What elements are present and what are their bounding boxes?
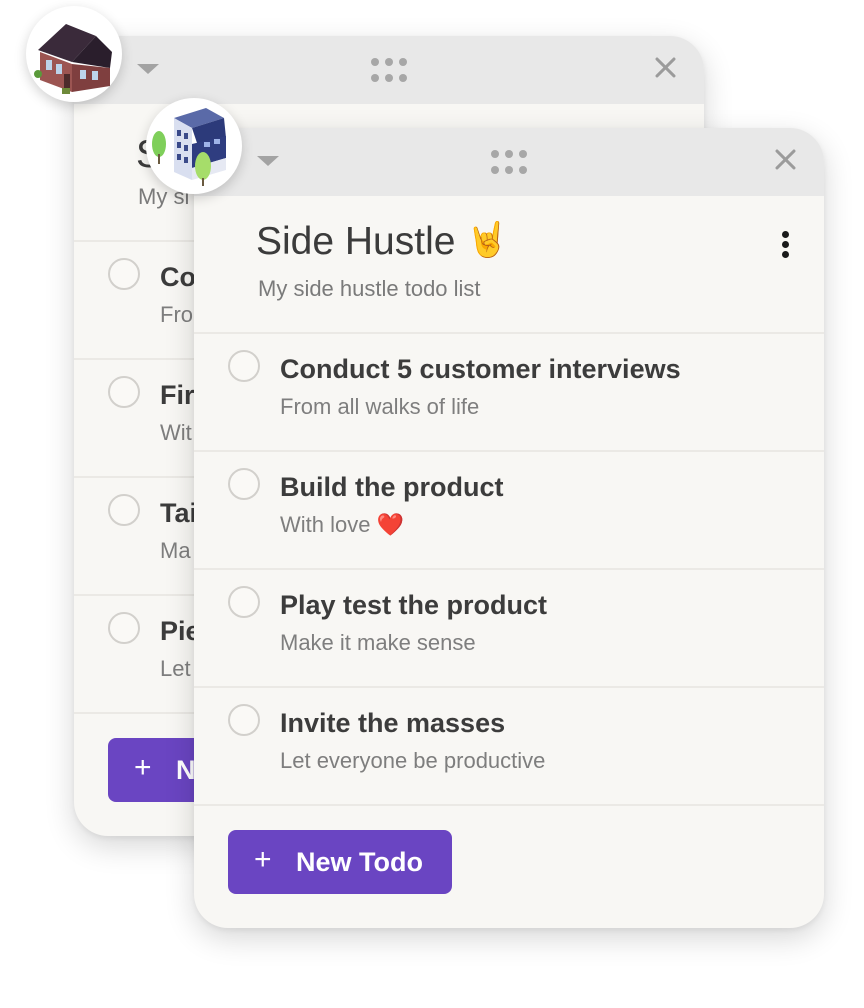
divider	[194, 804, 824, 806]
window-titlebar[interactable]	[74, 36, 704, 104]
list-title-text: Side Hustle	[256, 220, 456, 263]
new-todo-label: N	[176, 755, 196, 785]
todo-subtitle: Wit	[160, 420, 192, 445]
todo-checkbox[interactable]	[108, 258, 140, 290]
drag-grip-icon[interactable]	[491, 150, 529, 176]
todo-title: Conduct 5 customer interviews	[280, 354, 681, 384]
todo-item[interactable]: Play test the product Make it make sense	[194, 570, 824, 688]
todo-item[interactable]: Conduct 5 customer interviews From all w…	[194, 334, 824, 452]
heart-emoji: ❤️	[376, 512, 405, 537]
drag-grip-icon[interactable]	[371, 58, 409, 84]
todo-title: Invite the masses	[280, 708, 506, 738]
todo-title: Co	[160, 262, 196, 292]
caret-down-icon[interactable]	[257, 156, 279, 166]
close-icon[interactable]	[649, 52, 681, 84]
front-todo-window: Side Hustle 🤘 My side hustle todo list C…	[194, 128, 824, 928]
plus-icon: +	[254, 843, 272, 876]
todo-checkbox[interactable]	[228, 586, 260, 618]
todo-subtitle: With love	[280, 512, 371, 537]
todo-title: Tai	[160, 498, 198, 528]
todo-subtitle: Fro	[160, 302, 193, 327]
todo-checkbox[interactable]	[108, 376, 140, 408]
list-title: Side Hustle 🤘	[256, 220, 509, 264]
todo-checkbox[interactable]	[228, 468, 260, 500]
todo-subtitle-wrap: With love ❤️	[280, 512, 404, 538]
todo-subtitle: From all walks of life	[280, 394, 480, 419]
new-todo-button[interactable]: + New Todo	[228, 830, 452, 894]
new-todo-label: New Todo	[296, 847, 423, 877]
todo-subtitle: Make it make sense	[280, 630, 476, 655]
plus-icon: +	[134, 751, 152, 784]
window-titlebar[interactable]	[194, 128, 824, 196]
todo-checkbox[interactable]	[228, 704, 260, 736]
todo-title: Build the product	[280, 472, 504, 502]
list-subtitle: My side hustle todo list	[258, 276, 481, 301]
close-icon[interactable]	[769, 144, 801, 176]
caret-down-icon[interactable]	[137, 64, 159, 74]
todo-item[interactable]: Invite the masses Let everyone be produc…	[194, 688, 824, 806]
todo-checkbox[interactable]	[108, 612, 140, 644]
kebab-menu-icon[interactable]	[776, 228, 796, 262]
todo-subtitle: Let	[160, 656, 191, 681]
todo-checkbox[interactable]	[108, 494, 140, 526]
todo-item[interactable]: Build the product With love ❤️	[194, 452, 824, 570]
house-icon	[26, 6, 122, 102]
office-building-icon	[146, 98, 242, 194]
todo-checkbox[interactable]	[228, 350, 260, 382]
todo-subtitle: Let everyone be productive	[280, 748, 546, 773]
todo-title: Fir	[160, 380, 195, 410]
todo-subtitle: Ma	[160, 538, 191, 563]
todo-title: Play test the product	[280, 590, 548, 620]
rock-on-emoji: 🤘	[466, 221, 509, 259]
